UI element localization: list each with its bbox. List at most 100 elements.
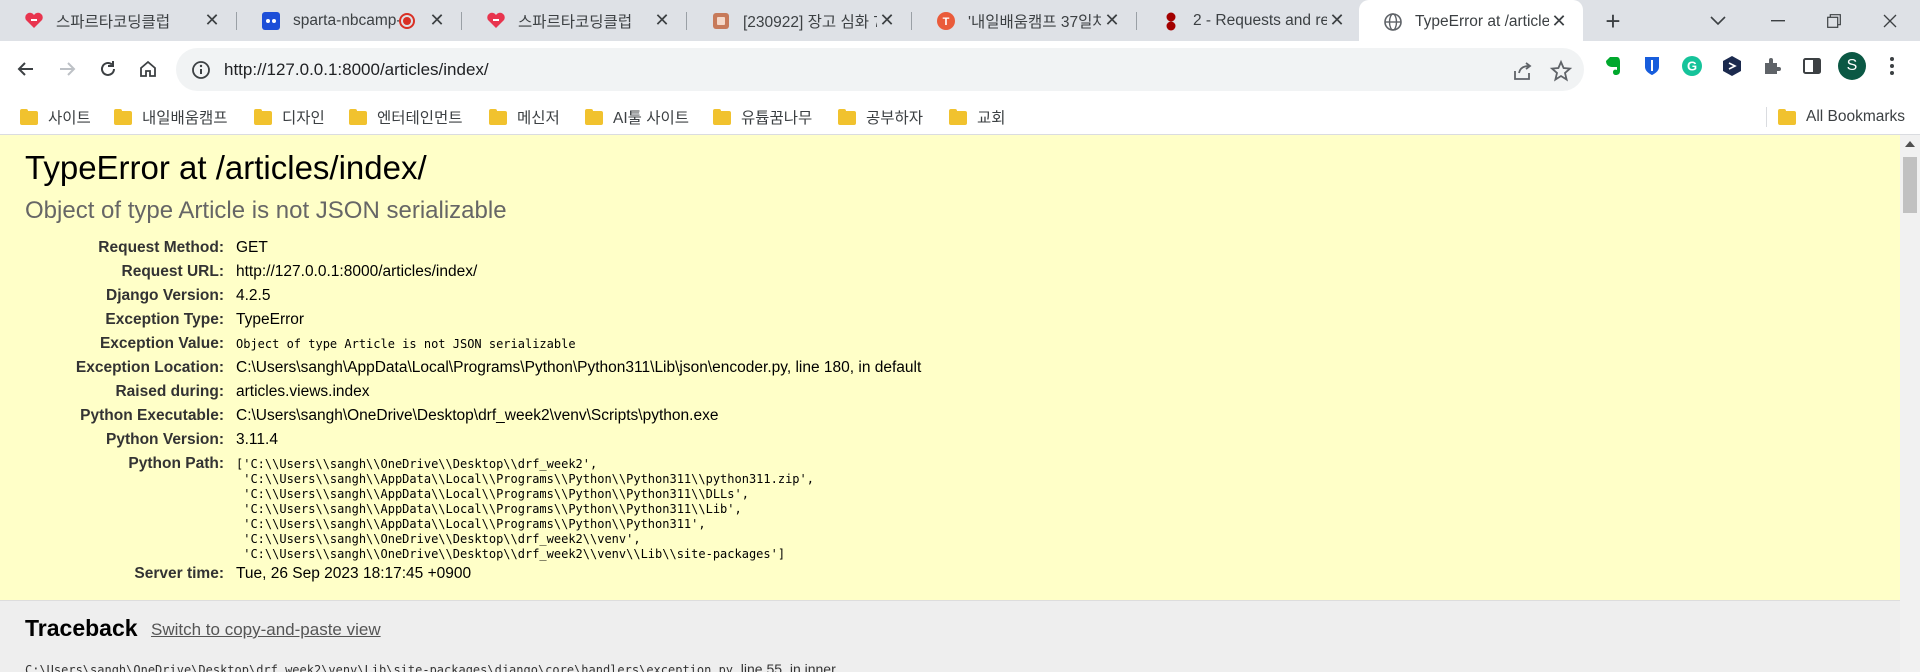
folder-icon	[254, 108, 272, 125]
meta-key: Python Version:	[106, 431, 224, 448]
profile-initial: S	[1846, 57, 1858, 74]
error-summary: TypeError at /articles/index/ Object of …	[0, 135, 1900, 601]
vertical-scrollbar[interactable]	[1900, 135, 1920, 672]
tab-title: [230922] 장고 심화 7	[743, 13, 877, 31]
tab-strip: 스파르타코딩클럽 ✕ sparta-nbcamp-a ✕ 스파르타코딩클럽 ✕	[0, 0, 1920, 43]
bookmark-label: 엔터테인먼트	[377, 109, 463, 127]
extensions-puzzle-icon[interactable]	[1760, 54, 1784, 78]
bookmark-folder[interactable]: 엔터테인먼트	[349, 98, 463, 135]
tab-active[interactable]: TypeError at /articles ✕	[1359, 0, 1583, 43]
traceback-frame[interactable]: C:\Users\sangh\OneDrive\Desktop\drf_week…	[25, 661, 836, 672]
bitwarden-icon[interactable]	[1640, 54, 1664, 78]
meta-key: Django Version:	[106, 287, 224, 304]
meta-value: GET	[236, 239, 268, 256]
folder-icon	[949, 108, 967, 125]
back-button[interactable]	[10, 53, 42, 85]
hexagon-extension-icon[interactable]	[1720, 54, 1744, 78]
side-panel-icon[interactable]	[1800, 54, 1824, 78]
bookmark-folder[interactable]: 메신저	[489, 98, 560, 135]
meta-value: Object of type Article is not JSON seria…	[236, 337, 576, 351]
meta-value: TypeError	[236, 311, 305, 328]
bookmark-label: 공부하자	[866, 109, 924, 127]
tab-search-icon[interactable]	[1690, 0, 1746, 41]
error-subtitle: Object of type Article is not JSON seria…	[25, 197, 507, 224]
tab-title: sparta-nbcamp-a	[293, 11, 399, 29]
minimize-button[interactable]	[1750, 0, 1806, 41]
all-bookmarks-button[interactable]: All Bookmarks	[1778, 98, 1905, 135]
home-button[interactable]	[132, 53, 164, 85]
slack-like-icon	[261, 11, 281, 31]
close-icon[interactable]: ✕	[1102, 10, 1122, 31]
menu-kebab-icon[interactable]	[1880, 54, 1904, 78]
bookmark-label: 유튭꿈나무	[741, 109, 813, 127]
close-icon[interactable]: ✕	[652, 10, 672, 31]
meta-value: 4.2.5	[236, 287, 271, 304]
forward-arrow-icon	[60, 62, 76, 76]
site-info-icon[interactable]	[190, 59, 212, 81]
meta-key: Raised during:	[115, 383, 224, 400]
meta-key: Python Path:	[128, 455, 224, 472]
home-icon	[140, 60, 156, 77]
share-icon[interactable]	[1511, 59, 1535, 83]
meta-key: Request URL:	[121, 263, 224, 280]
meta-key: Python Executable:	[80, 407, 224, 424]
meta-key: Exception Value:	[99, 335, 224, 352]
close-icon[interactable]: ✕	[427, 10, 447, 31]
bookmark-folder[interactable]: 공부하자	[838, 98, 923, 135]
switch-view-link[interactable]: Switch to copy-and-paste view	[151, 620, 381, 640]
bookmark-label: 사이트	[48, 109, 91, 127]
scroll-up-arrow-icon[interactable]	[1905, 141, 1915, 147]
meta-key: Server time:	[134, 565, 224, 582]
close-icon[interactable]: ✕	[202, 10, 222, 31]
close-icon[interactable]: ✕	[1549, 11, 1569, 32]
bookmark-label: All Bookmarks	[1806, 107, 1906, 125]
bookmark-folder[interactable]: 교회	[949, 98, 1006, 135]
meta-value: http://127.0.0.1:8000/articles/index/	[236, 263, 478, 280]
bookmark-folder[interactable]: 내일배움캠프	[114, 98, 228, 135]
meta-value: C:\Users\sangh\AppData\Local\Programs\Py…	[236, 359, 922, 376]
recording-icon	[399, 12, 415, 29]
grammarly-icon[interactable]: G	[1680, 54, 1704, 78]
bookmark-star-icon[interactable]	[1549, 59, 1573, 83]
folder-icon	[349, 108, 367, 125]
python-path-value: ['C:\\Users\\sangh\\OneDrive\\Desktop\\d…	[236, 457, 814, 561]
bookmark-folder[interactable]: 유튭꿈나무	[713, 98, 812, 135]
bookmark-label: 교회	[977, 109, 1006, 127]
bookmarks-bar: 사이트 내일배움캠프 디자인 엔터테인먼트 메신저 AI툴 사이트 유튭꿈나무 …	[0, 98, 1920, 135]
sparta-heart-icon	[486, 11, 506, 31]
drf-icon	[1161, 11, 1181, 31]
folder-icon	[489, 108, 507, 125]
tab-2[interactable]: sparta-nbcamp-a ✕	[237, 0, 461, 41]
browser-window: 스파르타코딩클럽 ✕ sparta-nbcamp-a ✕ 스파르타코딩클럽 ✕	[0, 0, 1920, 672]
tab-6[interactable]: 2 - Requests and resp ✕	[1137, 0, 1361, 41]
notebook-icon	[711, 11, 731, 31]
close-window-button[interactable]	[1862, 0, 1918, 41]
new-tab-button[interactable]: +	[1598, 6, 1628, 36]
close-icon[interactable]: ✕	[877, 10, 897, 31]
close-icon[interactable]: ✕	[1327, 10, 1347, 31]
folder-icon	[1778, 108, 1796, 125]
tab-1[interactable]: 스파르타코딩클럽 ✕	[0, 0, 236, 41]
tab-5[interactable]: T '내일배움캠프 37일차 ✕	[912, 0, 1136, 41]
tab-title: TypeError at /articles	[1415, 12, 1549, 30]
meta-value: C:\Users\sangh\OneDrive\Desktop\drf_week…	[236, 407, 719, 424]
scrollbar-thumb[interactable]	[1903, 157, 1917, 213]
svg-text:T: T	[943, 16, 950, 28]
bookmark-folder[interactable]: 디자인	[254, 98, 325, 135]
bookmark-label: 디자인	[282, 109, 325, 127]
profile-avatar[interactable]: S	[1838, 52, 1866, 80]
tab-4[interactable]: [230922] 장고 심화 7 ✕	[687, 0, 911, 41]
bookmark-folder[interactable]: AI툴 사이트	[585, 98, 689, 135]
tab-3[interactable]: 스파르타코딩클럽 ✕	[462, 0, 686, 41]
tistory-icon: T	[936, 11, 956, 31]
evernote-icon[interactable]	[1600, 54, 1624, 78]
forward-button[interactable]	[51, 53, 83, 85]
meta-value: 3.11.4	[236, 431, 278, 448]
meta-key: Exception Type:	[105, 311, 224, 328]
reload-button[interactable]	[92, 53, 124, 85]
address-bar[interactable]: http://127.0.0.1:8000/articles/index/	[176, 48, 1584, 91]
address-url[interactable]: http://127.0.0.1:8000/articles/index/	[224, 60, 489, 80]
restore-button[interactable]	[1806, 0, 1862, 41]
bookmark-label: 내일배움캠프	[142, 109, 228, 127]
bookmark-folder[interactable]: 사이트	[20, 98, 91, 135]
